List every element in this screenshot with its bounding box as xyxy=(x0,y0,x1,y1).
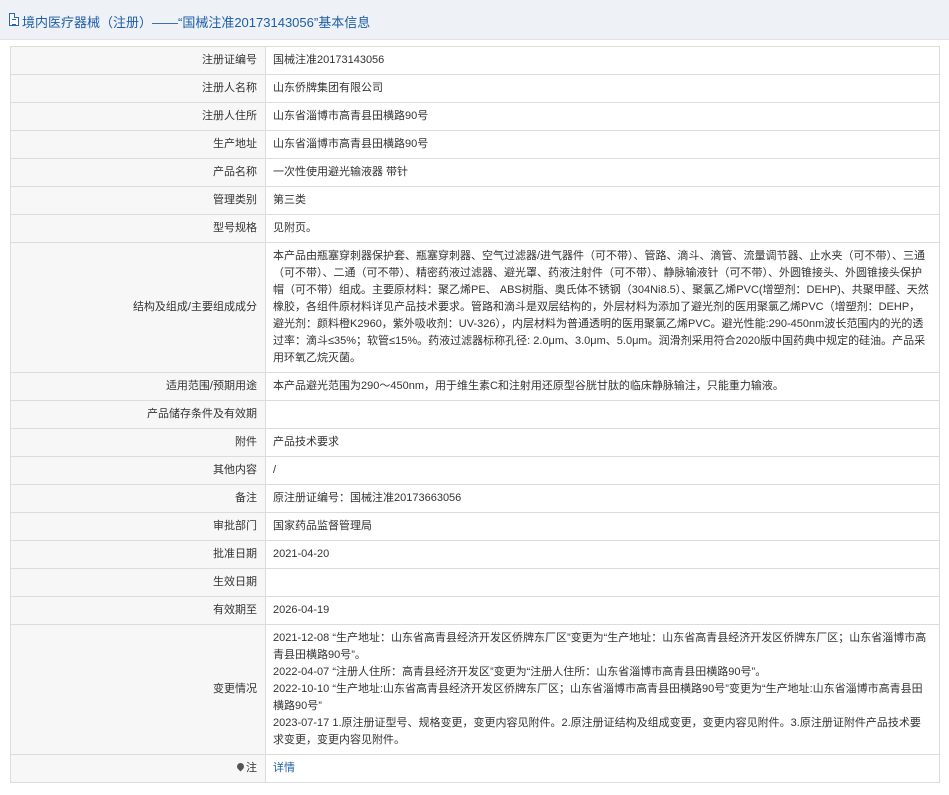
label-approval-dept: 审批部门 xyxy=(10,512,266,541)
row-production-address: 生产地址 山东省淄博市高青县田横路90号 xyxy=(10,130,940,159)
label-note: 注 xyxy=(10,754,266,783)
row-remark: 备注 原注册证编号：国械注准20173663056 xyxy=(10,484,940,513)
row-product-name: 产品名称 一次性使用避光输液器 带针 xyxy=(10,158,940,187)
label-attachment: 附件 xyxy=(10,428,266,457)
value-approval-date: 2021-04-20 xyxy=(265,540,940,569)
note-label: 注 xyxy=(246,762,257,774)
change-entry: 2022-04-07 “注册人住所：高青县经济开发区”变更为“注册人住所：山东省… xyxy=(273,666,767,678)
label-category: 管理类别 xyxy=(10,186,266,215)
label-approval-date: 批准日期 xyxy=(10,540,266,569)
label-effective-date: 生效日期 xyxy=(10,568,266,597)
page-header: 境内医疗器械（注册）——“国械注准20173143056”基本信息 xyxy=(0,0,949,40)
label-composition: 结构及组成/主要组成成分 xyxy=(10,242,266,373)
row-model-spec: 型号规格 见附页。 xyxy=(10,214,940,243)
value-storage xyxy=(265,400,940,429)
row-category: 管理类别 第三类 xyxy=(10,186,940,215)
row-storage: 产品储存条件及有效期 xyxy=(10,400,940,429)
value-changes: 2021-12-08 “生产地址：山东省高青县经济开发区侨牌东厂区”变更为“生产… xyxy=(265,624,940,755)
row-changes: 变更情况 2021-12-08 “生产地址：山东省高青县经济开发区侨牌东厂区”变… xyxy=(10,624,940,755)
label-model-spec: 型号规格 xyxy=(10,214,266,243)
value-registrant-name: 山东侨牌集团有限公司 xyxy=(265,74,940,103)
label-remark: 备注 xyxy=(10,484,266,513)
label-reg-no: 注册证编号 xyxy=(10,46,266,75)
value-composition: 本产品由瓶塞穿刺器保护套、瓶塞穿刺器、空气过滤器/进气器件（可不带）、管路、滴斗… xyxy=(265,242,940,373)
label-registrant-name: 注册人名称 xyxy=(10,74,266,103)
value-other: / xyxy=(265,456,940,485)
label-scope: 适用范围/预期用途 xyxy=(10,372,266,401)
detail-link[interactable]: 详情 xyxy=(273,762,295,774)
page-title: 境内医疗器械（注册）——“国械注准20173143056”基本信息 xyxy=(22,15,371,30)
change-entry: 2022-10-10 “生产地址:山东省高青县经济开发区侨牌东厂区；山东省淄博市… xyxy=(273,683,923,712)
value-attachment: 产品技术要求 xyxy=(265,428,940,457)
value-production-address: 山东省淄博市高青县田横路90号 xyxy=(265,130,940,159)
label-production-address: 生产地址 xyxy=(10,130,266,159)
label-other: 其他内容 xyxy=(10,456,266,485)
row-registrant-name: 注册人名称 山东侨牌集团有限公司 xyxy=(10,74,940,103)
row-scope: 适用范围/预期用途 本产品避光范围为290～450nm，用于维生素C和注射用还原… xyxy=(10,372,940,401)
row-reg-no: 注册证编号 国械注准20173143056 xyxy=(10,46,940,75)
value-scope: 本产品避光范围为290～450nm，用于维生素C和注射用还原型谷胱甘肽的临床静脉… xyxy=(265,372,940,401)
row-approval-date: 批准日期 2021-04-20 xyxy=(10,540,940,569)
label-changes: 变更情况 xyxy=(10,624,266,755)
value-category: 第三类 xyxy=(265,186,940,215)
row-composition: 结构及组成/主要组成成分 本产品由瓶塞穿刺器保护套、瓶塞穿刺器、空气过滤器/进气… xyxy=(10,242,940,373)
value-reg-no: 国械注准20173143056 xyxy=(265,46,940,75)
label-storage: 产品储存条件及有效期 xyxy=(10,400,266,429)
value-note: 详情 xyxy=(265,754,940,783)
info-table: 注册证编号 国械注准20173143056 注册人名称 山东侨牌集团有限公司 注… xyxy=(10,46,940,783)
change-entry: 2023-07-17 1.原注册证型号、规格变更，变更内容见附件。2.原注册证结… xyxy=(273,717,921,746)
row-approval-dept: 审批部门 国家药品监督管理局 xyxy=(10,512,940,541)
row-attachment: 附件 产品技术要求 xyxy=(10,428,940,457)
value-product-name: 一次性使用避光输液器 带针 xyxy=(265,158,940,187)
value-effective-date xyxy=(265,568,940,597)
row-registrant-address: 注册人住所 山东省淄博市高青县田横路90号 xyxy=(10,102,940,131)
value-model-spec: 见附页。 xyxy=(265,214,940,243)
value-remark: 原注册证编号：国械注准20173663056 xyxy=(265,484,940,513)
row-effective-date: 生效日期 xyxy=(10,568,940,597)
label-expiry-date: 有效期至 xyxy=(10,596,266,625)
pin-icon xyxy=(235,761,246,772)
document-icon xyxy=(9,13,19,26)
value-approval-dept: 国家药品监督管理局 xyxy=(265,512,940,541)
label-product-name: 产品名称 xyxy=(10,158,266,187)
value-expiry-date: 2026-04-19 xyxy=(265,596,940,625)
row-expiry-date: 有效期至 2026-04-19 xyxy=(10,596,940,625)
row-other: 其他内容 / xyxy=(10,456,940,485)
value-registrant-address: 山东省淄博市高青县田横路90号 xyxy=(265,102,940,131)
change-entry: 2021-12-08 “生产地址：山东省高青县经济开发区侨牌东厂区”变更为“生产… xyxy=(273,632,927,661)
label-registrant-address: 注册人住所 xyxy=(10,102,266,131)
row-note: 注 详情 xyxy=(10,754,940,783)
